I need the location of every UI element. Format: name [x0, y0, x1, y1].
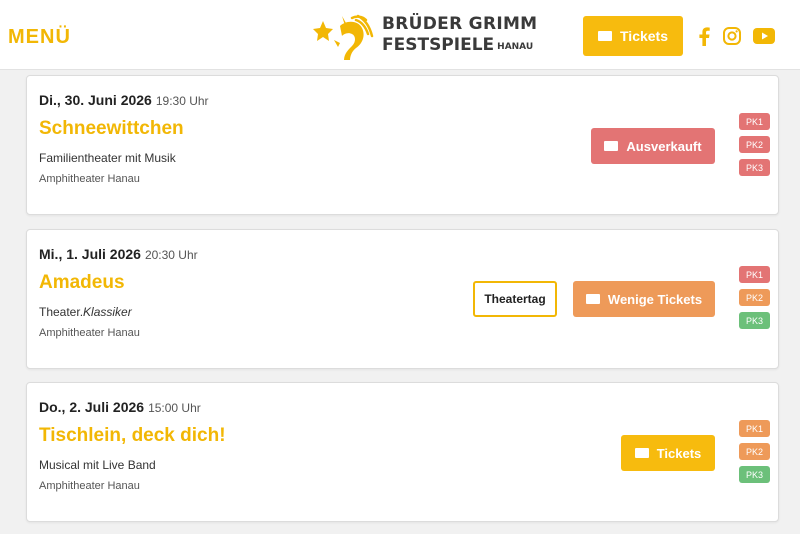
event-date: Mi., 1. Juli 2026 20:30 Uhr [39, 246, 198, 262]
ticket-icon [598, 31, 612, 41]
ticket-icon [604, 141, 619, 151]
event-date: Di., 30. Juni 2026 19:30 Uhr [39, 92, 209, 108]
few-tickets-button[interactable]: Wenige Tickets [573, 281, 715, 317]
site-logo[interactable]: BRÜDER GRIMM FESTSPIELE HANAU [312, 10, 537, 62]
price-category-badge: PK2 [739, 443, 770, 460]
event-card-tischlein[interactable]: Do., 2. Juli 2026 15:00 Uhr Tischlein, de… [26, 382, 779, 522]
tickets-button[interactable]: Tickets [621, 435, 715, 471]
event-title[interactable]: Schneewittchen [39, 118, 184, 140]
price-category-badge: PK2 [739, 289, 770, 306]
theatertag-badge[interactable]: Theatertag [473, 281, 557, 317]
logo-city: HANAU [497, 42, 534, 52]
event-title[interactable]: Tischlein, deck dich! [39, 425, 226, 447]
event-time: 15:00 Uhr [148, 401, 201, 415]
price-category-badge: PK3 [739, 159, 770, 176]
price-category-badge: PK1 [739, 420, 770, 437]
event-card-amadeus[interactable]: Mi., 1. Juli 2026 20:30 Uhr Amadeus Theat… [26, 229, 779, 369]
header-tickets-label: Tickets [620, 28, 668, 44]
price-category-badge: PK3 [739, 312, 770, 329]
instagram-icon[interactable] [720, 24, 744, 48]
event-genre: Theater.Klassiker [39, 305, 132, 319]
event-venue: Amphitheater Hanau [39, 173, 140, 185]
header-tickets-button[interactable]: Tickets [583, 16, 683, 56]
price-category-badge: PK1 [739, 113, 770, 130]
youtube-icon[interactable] [751, 24, 777, 48]
sold-out-button[interactable]: Ausverkauft [591, 128, 715, 164]
facebook-icon[interactable] [694, 24, 714, 48]
price-category-badge: PK2 [739, 136, 770, 153]
event-date: Do., 2. Juli 2026 15:00 Uhr [39, 399, 201, 415]
event-card-schneewittchen[interactable]: Di., 30. Juni 2026 19:30 Uhr Schneewittch… [26, 75, 779, 215]
ticket-icon [585, 294, 600, 304]
event-time: 19:30 Uhr [155, 94, 209, 108]
event-genre: Familientheater mit Musik [39, 151, 176, 165]
event-title[interactable]: Amadeus [39, 272, 125, 294]
event-venue: Amphitheater Hanau [39, 327, 140, 339]
unicorn-logo-icon [313, 14, 374, 60]
price-category-badge: PK1 [739, 266, 770, 283]
site-header: MENÜ BRÜDER GRIMM FESTSPIELE HANAU Ticket… [0, 0, 800, 70]
event-venue: Amphitheater Hanau [39, 480, 140, 492]
logo-subtitle: FESTSPIELE [382, 35, 495, 55]
event-genre: Musical mit Live Band [39, 458, 156, 472]
price-category-badge: PK3 [739, 466, 770, 483]
event-time: 20:30 Uhr [144, 248, 198, 262]
menu-button[interactable]: MENÜ [8, 26, 71, 49]
logo-title: BRÜDER GRIMM [382, 14, 538, 34]
ticket-icon [634, 448, 649, 458]
